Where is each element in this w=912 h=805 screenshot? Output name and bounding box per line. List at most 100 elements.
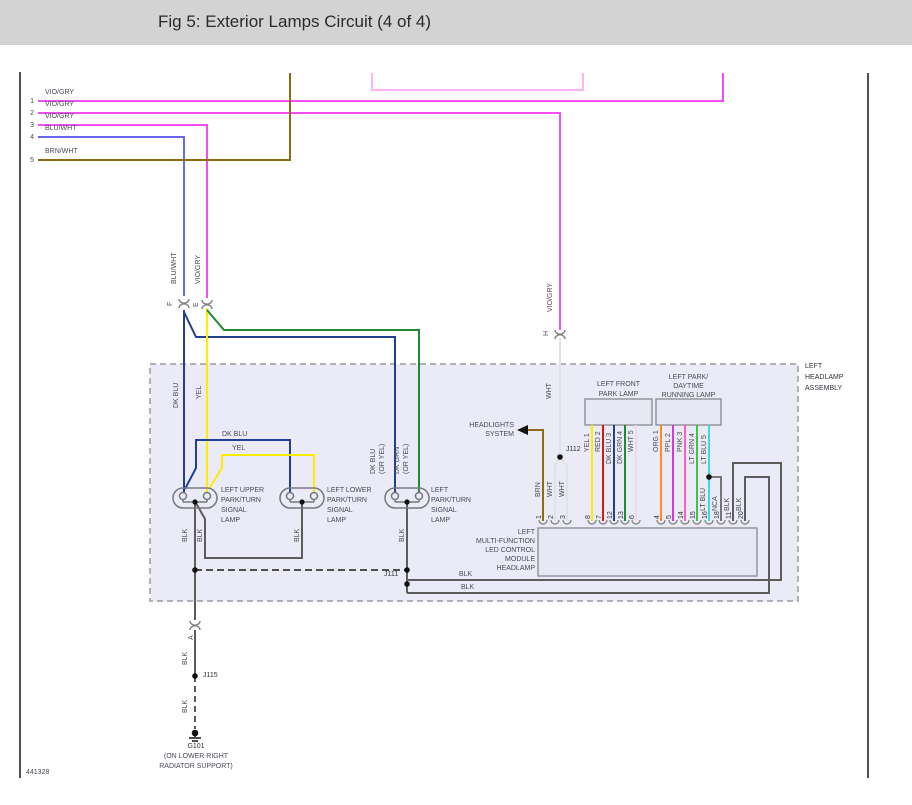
wire-color-label: LT BLU (700, 487, 707, 511)
module-pin-number: 16 (702, 511, 709, 519)
wire-color-label: VIO/GRY (195, 254, 202, 284)
ground-symbol (189, 729, 201, 742)
front-park-lamp-box (584, 398, 653, 426)
module-pin-number: 7 (596, 515, 603, 519)
module-pin-number: 8 (585, 515, 592, 519)
wire-color-label: BLK (182, 651, 189, 665)
lamp-name: LAMP (327, 517, 347, 524)
wire-color-label: ORG 1 (653, 430, 660, 452)
module-pin-number: 2 (548, 515, 555, 519)
module-pin-number: 14 (678, 511, 685, 519)
wire-color-label: BLK (724, 497, 731, 511)
module-pin-number: 18 (714, 511, 721, 519)
lamp-name: SIGNAL (327, 507, 353, 514)
lamp-name: SIGNAL (221, 507, 247, 514)
wire-color-label: VIO/GRY (547, 282, 554, 312)
circuit-row-num: 4 (30, 134, 34, 141)
circuit-row-num: 1 (30, 98, 34, 105)
wire-color-label: WHT (546, 383, 553, 399)
wire-color-label: DK BLU (173, 382, 180, 408)
module-pin-number: 13 (618, 511, 625, 519)
led-control-module-box (537, 527, 758, 577)
ground-location: RADIATOR SUPPORT) (159, 763, 233, 770)
module-pin-number: 4 (654, 515, 661, 519)
lamp-name: PARK/TURN (221, 497, 261, 504)
circuit-row-num: 2 (30, 110, 34, 117)
ground-label-g101: G101 (187, 743, 205, 750)
module-title: LED CONTROL (485, 547, 535, 554)
headlights-system-label: SYSTEM (485, 431, 514, 438)
assembly-label: HEADLAMP (805, 374, 844, 381)
wire-color-label: WHT 5 (628, 430, 635, 452)
junction-label-j115: J115 (203, 672, 218, 679)
inline-connector-h (554, 329, 566, 340)
wire-vio-gry-2 (38, 112, 561, 330)
module-pin-number: 20 (738, 511, 745, 519)
wire-color-label: BLK (399, 528, 406, 542)
module-pin-number: 15 (690, 511, 697, 519)
lamp-name: LEFT (431, 487, 449, 494)
wire-color-label: YEL (196, 385, 203, 399)
assembly-label: ASSEMBLY (805, 385, 843, 392)
junction-label-j111: J111 (384, 571, 399, 578)
connector-pin-letter: H (543, 330, 550, 336)
wire-color-label: LT GRN 4 (689, 433, 696, 464)
wire-color-label: VIO/GRY (45, 89, 75, 96)
wire-color-label: PNK 3 (677, 431, 684, 452)
lamp-name: LAMP (431, 517, 451, 524)
wire-color-label: RED 2 (595, 431, 602, 452)
wire-color-label: BLK (182, 528, 189, 542)
drl-lamp-title: RUNNING LAMP (661, 392, 716, 399)
wire-vio-gry-1 (38, 73, 724, 102)
circuit-row-num: 3 (30, 122, 34, 129)
wire-color-label: BLK (461, 584, 475, 591)
wire-color-label: BLU/WHT (45, 125, 77, 132)
junction-label-j112: J112 (566, 446, 581, 453)
module-pin-number: 3 (560, 515, 567, 519)
inline-connector-f (178, 298, 190, 309)
lamp-name: LEFT UPPER (221, 487, 265, 494)
module-pin-number: 11 (726, 511, 733, 519)
lamp-name: PARK/TURN (431, 497, 471, 504)
wire-color-label: VIO/GRY (45, 101, 75, 108)
wire-color-label: BRN (535, 482, 542, 497)
wire-color-label: BLK (294, 528, 301, 542)
figure-id: 441328 (26, 769, 50, 776)
inline-connector-a (189, 620, 201, 631)
lamp-name: SIGNAL (431, 507, 457, 514)
module-pin-number: 5 (666, 515, 673, 519)
wire-color-label: BLU/WHT (171, 252, 178, 285)
front-park-lamp-title: LEFT FRONT (596, 381, 641, 388)
inline-connector-e (201, 299, 213, 310)
module-pin-number: 12 (607, 511, 614, 519)
lamp-name: PARK/TURN (327, 497, 367, 504)
wire-color-label: DK GRN 4 (617, 430, 624, 464)
wire-color-label: YEL (232, 445, 246, 452)
connector-pin-letter: A (188, 635, 195, 640)
circuit-row-num: 5 (30, 157, 34, 164)
wire-color-label: VIO/GRY (45, 113, 75, 120)
module-title: MULTI-FUNCTION (476, 538, 535, 545)
ground-location: (ON LOWER RIGHT (163, 753, 229, 760)
wire-color-label: DK GRN (394, 446, 401, 474)
lamp-name: LEFT LOWER (327, 487, 372, 494)
wire-color-label: DK BLU (370, 448, 377, 474)
drl-lamp-title: DAYTIME (673, 383, 704, 390)
wire-color-label: (OR YEL) (379, 443, 386, 474)
wire-color-label: DK BLU (222, 431, 248, 438)
front-park-lamp-title: PARK LAMP (598, 391, 639, 398)
module-pin-number: 6 (629, 515, 636, 519)
wiring-diagram-canvas (19, 72, 869, 778)
wire-color-label: BRN/WHT (45, 148, 78, 155)
assembly-label: LEFT (805, 363, 823, 370)
wire-color-label: NCA (712, 496, 719, 511)
drl-lamp-title: LEFT PARK/ (668, 374, 709, 381)
wire-color-label: PPL 2 (665, 433, 672, 452)
wire-color-label: LT BLU 5 (701, 435, 708, 464)
module-title: MODULE (505, 556, 535, 563)
wire-color-label: DK BLU 3 (606, 432, 613, 464)
wire-color-label: (OR YEL) (403, 443, 410, 474)
wire-color-label: WHT (559, 481, 566, 497)
module-title: HEADLAMP (496, 565, 535, 572)
headlights-system-label: HEADLIGHTS (469, 422, 514, 429)
